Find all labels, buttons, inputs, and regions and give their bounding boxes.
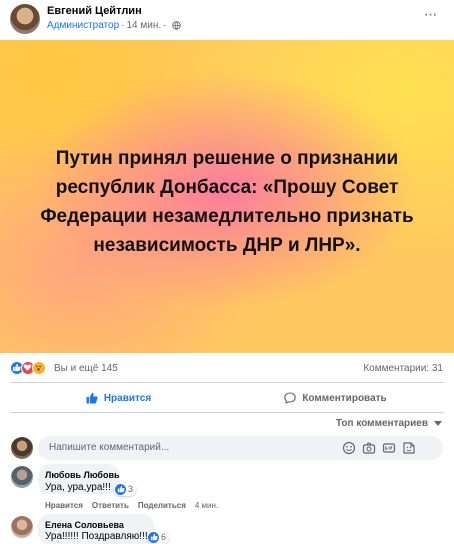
author-avatar[interactable]	[10, 4, 40, 34]
comment-reactions[interactable]: 6	[147, 530, 170, 544]
reaction-count: 6	[161, 532, 167, 542]
comment-reactions[interactable]: 3	[114, 482, 137, 496]
comment-text: Ура, ура,ура!!!	[45, 482, 111, 493]
post-time[interactable]: 14 мин.	[127, 20, 162, 31]
comment-input-icons	[342, 441, 416, 455]
stats-divider	[10, 382, 444, 383]
camera-icon[interactable]	[362, 441, 376, 455]
like-button-label: Нравится	[103, 392, 152, 404]
banner-text: Путин принял решение о признании республ…	[40, 148, 414, 256]
like-icon	[115, 483, 126, 495]
author-name[interactable]: Евгений Цейтлин	[47, 5, 142, 17]
commenter-avatar[interactable]	[11, 516, 33, 538]
author-role[interactable]: Администратор	[47, 20, 119, 31]
wow-icon	[32, 361, 46, 375]
thumbs-up-icon	[86, 392, 98, 404]
reaction-count: 3	[128, 484, 134, 494]
post-actions: Нравится Комментировать	[10, 384, 444, 412]
comment-reply-link[interactable]: Ответить	[92, 501, 129, 510]
comment-button[interactable]: Комментировать	[227, 384, 444, 412]
meta-separator: ·	[121, 20, 125, 31]
comment-like-link[interactable]: Нравится	[45, 501, 83, 510]
likes-summary[interactable]: Вы и ещё 145	[54, 363, 118, 374]
commenter-avatar[interactable]	[11, 466, 33, 488]
actions-divider	[10, 412, 444, 413]
comments-count[interactable]: Комментарии: 31	[363, 363, 443, 374]
comment-text: Ура!!!!!! Поздравляю!!!	[45, 531, 148, 542]
comment-composer: Напишите комментарий...	[0, 434, 454, 462]
comment-time[interactable]: 4 мин.	[195, 501, 218, 510]
comment-share-link[interactable]: Поделиться	[138, 501, 186, 510]
comment-actions: Нравится Ответить Поделиться 4 мин.	[45, 501, 218, 510]
globe-icon	[171, 21, 181, 30]
comment-input-placeholder[interactable]: Напишите комментарий...	[49, 442, 169, 453]
comment-button-label: Комментировать	[302, 392, 387, 404]
reaction-icons[interactable]	[10, 361, 50, 377]
commenter-name[interactable]: Любовь Любовь	[45, 470, 120, 480]
meta-separator-2: ·	[163, 20, 167, 31]
comments-sort-label: Топ комментариев	[335, 418, 428, 429]
commenter-name[interactable]: Елена Соловьева	[45, 520, 124, 530]
post-meta: Администратор · 14 мин. ·	[47, 20, 181, 31]
sticker-icon[interactable]	[402, 441, 416, 455]
post-header: Евгений Цейтлин Администратор · 14 мин. …	[0, 0, 454, 40]
comment-icon	[284, 392, 297, 404]
my-avatar[interactable]	[11, 437, 33, 459]
comments-sort-dropdown[interactable]: Топ комментариев	[336, 418, 442, 429]
like-button[interactable]: Нравится	[10, 384, 227, 412]
emoji-icon[interactable]	[342, 441, 356, 455]
gif-icon[interactable]	[382, 441, 396, 455]
post-banner: Путин принял решение о признании республ…	[0, 40, 454, 353]
like-icon	[148, 531, 159, 543]
post-stats: Вы и ещё 145 Комментарии: 31	[0, 358, 454, 380]
more-options-button[interactable]: ···	[418, 7, 442, 27]
caret-down-icon	[434, 421, 442, 426]
